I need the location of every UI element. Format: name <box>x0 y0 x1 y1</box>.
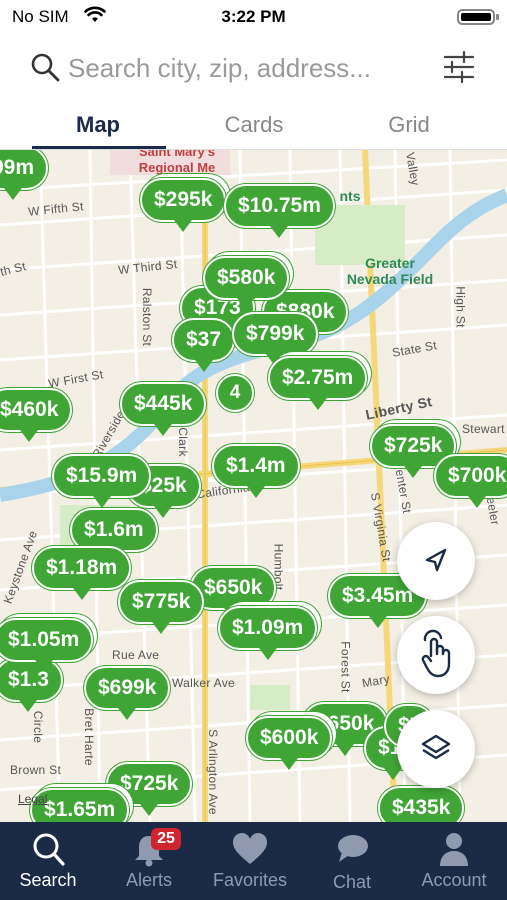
battery-icon <box>457 9 495 25</box>
price-pin[interactable]: $700k <box>434 454 507 508</box>
layers-icon <box>421 734 451 760</box>
price-pin[interactable]: $435k <box>378 786 465 822</box>
view-tabs: Map Cards Grid <box>0 100 507 150</box>
draw-search-button[interactable] <box>397 616 475 694</box>
tab-grid[interactable]: Grid <box>339 112 479 138</box>
price-pin[interactable]: $37 <box>172 318 236 372</box>
nav-label: Search <box>19 870 77 890</box>
price-pin[interactable]: $10.75m <box>224 184 335 238</box>
map-view[interactable]: Saint Mary's Regional Me Greater Nevada … <box>0 150 507 822</box>
person-icon <box>440 833 468 866</box>
nav-favorites[interactable]: Favorites <box>200 822 300 900</box>
street-label: Forest St <box>338 641 353 693</box>
street-label: Bret Harte <box>81 708 96 766</box>
nav-alerts[interactable]: 25 Alerts <box>99 822 199 900</box>
street-label: Brown St <box>10 763 62 777</box>
heart-icon <box>233 833 267 864</box>
hand-pointer-icon <box>421 629 451 678</box>
listing-cluster[interactable]: 4 <box>216 374 254 412</box>
price-pin[interactable]: $1.09m <box>218 606 318 660</box>
battery-tip <box>496 14 499 20</box>
search-input[interactable] <box>68 48 428 88</box>
tab-cards[interactable]: Cards <box>184 112 324 138</box>
price-pin[interactable]: $1.05m <box>0 618 94 672</box>
nav-label: Alerts <box>125 870 172 890</box>
active-tab-indicator <box>32 146 166 149</box>
price-pin[interactable]: $1.18m <box>32 546 132 600</box>
alerts-badge: 25 <box>151 828 181 850</box>
bottom-tab-bar: Search 25 Alerts Favorites Chat Account <box>0 822 507 900</box>
street-label: Ralston St <box>140 287 155 347</box>
street-label: S Arlington Ave <box>205 729 220 815</box>
locate-me-button[interactable] <box>397 522 475 600</box>
search-icon <box>31 53 60 82</box>
chat-icon <box>338 835 368 862</box>
street-label: Circle <box>31 710 46 744</box>
street-label: High St <box>453 286 468 328</box>
price-pin[interactable]: $600k <box>246 716 333 770</box>
street-label: Walker Ave <box>172 676 236 690</box>
legal-link[interactable]: Legal <box>18 792 47 806</box>
price-pin[interactable]: $295k <box>140 178 227 232</box>
nav-search[interactable]: Search <box>0 822 98 900</box>
price-pin[interactable]: $1.4m <box>212 444 300 498</box>
price-pin[interactable]: $445k <box>120 382 207 436</box>
nav-label: Favorites <box>212 870 288 890</box>
price-pin[interactable]: $775k <box>118 580 205 634</box>
poi-hospital: Saint Mary's Regional Me <box>138 150 216 175</box>
nav-label: Chat <box>332 872 372 892</box>
search-bar <box>0 40 507 96</box>
poi-partial: nts <box>339 188 361 204</box>
nav-chat[interactable]: Chat <box>302 822 402 900</box>
map-layers-button[interactable] <box>397 710 475 788</box>
price-pin[interactable]: $460k <box>0 388 73 442</box>
status-bar: No SIM 3:22 PM <box>0 0 507 34</box>
price-pin[interactable]: $580k <box>203 256 290 310</box>
price-pin[interactable]: $799k <box>232 312 319 366</box>
clock: 3:22 PM <box>221 7 286 26</box>
nav-label: Account <box>421 870 487 890</box>
price-pin[interactable]: $15.9m <box>52 454 152 508</box>
price-pin[interactable]: $2.75m <box>268 356 368 410</box>
price-pin[interactable]: $1.3 <box>0 658 63 712</box>
navigation-arrow-icon <box>425 548 447 572</box>
street-label: Clark <box>175 427 190 457</box>
filter-icon[interactable] <box>442 50 476 84</box>
price-pin[interactable]: $699k <box>84 666 171 720</box>
street-label: Rue Ave <box>112 648 160 662</box>
search-icon <box>33 833 65 866</box>
tab-map[interactable]: Map <box>28 112 168 138</box>
poi-ballpark: Greater Nevada Field <box>346 255 434 287</box>
nav-account[interactable]: Account <box>404 822 504 900</box>
price-pin[interactable]: 99m <box>0 150 49 200</box>
street-label: Stewart St <box>462 422 507 436</box>
